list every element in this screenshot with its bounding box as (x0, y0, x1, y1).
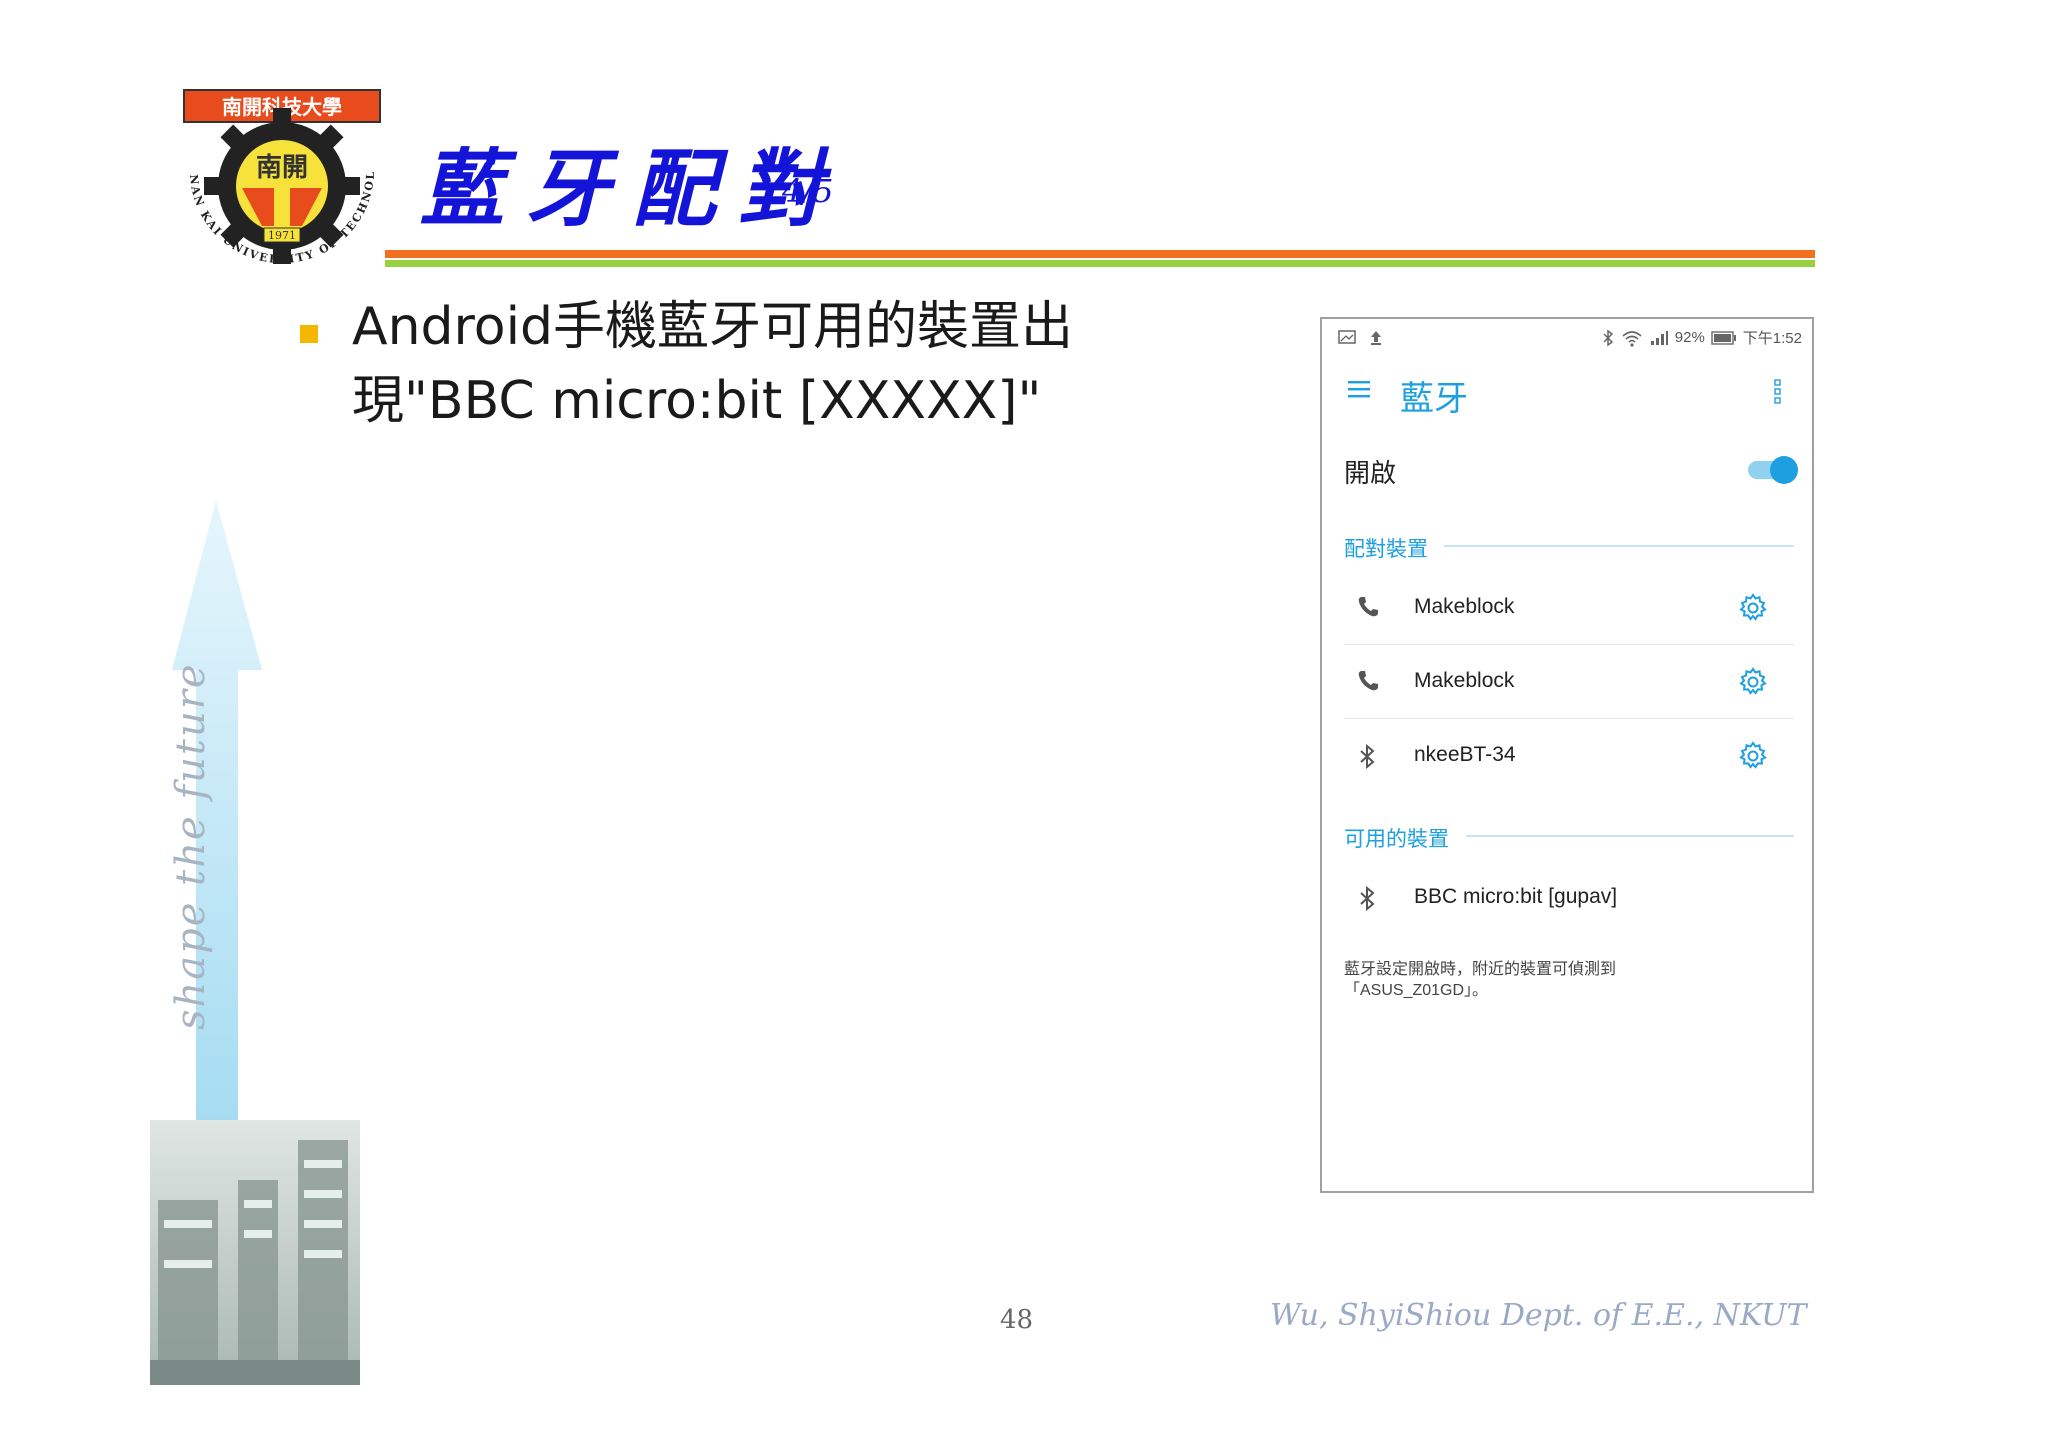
bluetooth-status-icon (1603, 329, 1613, 346)
wifi-icon (1622, 330, 1642, 347)
bluetooth-toggle[interactable] (1748, 455, 1798, 485)
available-devices-header: 可用的裝置 (1344, 828, 1449, 851)
available-header-line (1466, 835, 1794, 837)
paired-device-row[interactable]: nkeeBT-34 (1344, 721, 1794, 793)
device-name: BBC micro:bit [gupav] (1414, 885, 1618, 908)
university-logo: 南開科技大學 南開 1971 NAN KAI UNIVERSITY OF TEC… (172, 86, 381, 266)
visibility-note: 藍牙設定開啟時，附近的裝置可偵測到 「ASUS_Z01GD」。 (1344, 959, 1794, 1001)
device-name: Makeblock (1414, 595, 1515, 618)
status-time: 下午1:52 (1742, 330, 1802, 347)
status-bar: 92% 下午1:52 (1322, 319, 1812, 359)
row-divider (1344, 644, 1794, 645)
bullet-marker (300, 325, 318, 343)
logo-center-text: 南開 (256, 153, 308, 183)
paired-devices-header: 配對裝置 (1344, 538, 1428, 561)
app-title: 藍牙 (1400, 380, 1468, 418)
device-name: nkeeBT-34 (1414, 743, 1516, 766)
paired-device-row[interactable]: Makeblock (1344, 647, 1794, 719)
title-rule-green (385, 260, 1815, 267)
available-device-row[interactable]: BBC micro:bit [gupav] (1344, 863, 1794, 935)
image-notification-icon (1338, 330, 1356, 344)
phone-icon (1358, 597, 1378, 617)
decorative-slogan: shape the future (168, 662, 214, 1030)
phone-icon (1358, 671, 1378, 691)
paired-device-row[interactable]: Makeblock (1344, 573, 1794, 645)
settings-gear-icon[interactable] (1738, 667, 1768, 697)
slide: 南開科技大學 南開 1971 NAN KAI UNIVERSITY OF TEC… (0, 0, 2048, 1448)
bluetooth-icon (1360, 743, 1375, 770)
paired-header-line (1444, 545, 1794, 547)
logo-year: 1971 (268, 229, 296, 242)
signal-icon (1650, 330, 1668, 345)
bullet-text: Android手機藍牙可用的裝置出現"BBC micro:bit [XXXXX]… (352, 297, 1074, 431)
visibility-note-line1: 藍牙設定開啟時，附近的裝置可偵測到 (1344, 961, 1617, 978)
more-options-icon[interactable] (1774, 379, 1782, 405)
settings-gear-icon[interactable] (1738, 593, 1768, 623)
bluetooth-icon (1360, 885, 1375, 912)
battery-icon (1711, 330, 1736, 345)
toggle-label: 開啟 (1344, 458, 1397, 488)
footer-author: Wu, ShyiShiou Dept. of E.E., NKUT (1270, 1298, 1807, 1333)
device-name: Makeblock (1414, 669, 1515, 692)
phone-screenshot: 92% 下午1:52 藍牙 開啟 配對裝置 Makeblock Makebloc… (1320, 317, 1814, 1193)
row-divider (1344, 718, 1794, 719)
settings-gear-icon[interactable] (1738, 741, 1768, 771)
menu-icon[interactable] (1348, 379, 1370, 399)
toggle-knob (1770, 456, 1798, 484)
battery-percent: 92% (1674, 329, 1705, 346)
upload-notification-icon (1371, 331, 1381, 345)
app-header: 藍牙 (1322, 359, 1812, 429)
slide-title: 藍牙配對 (420, 139, 845, 238)
title-rule-orange (385, 250, 1815, 258)
page-number: 48 (1000, 1305, 1034, 1335)
bluetooth-toggle-row[interactable]: 開啟 (1344, 445, 1798, 495)
slide-title-page: 4/5 (782, 172, 834, 210)
visibility-note-line2: 「ASUS_Z01GD」。 (1344, 982, 1489, 999)
